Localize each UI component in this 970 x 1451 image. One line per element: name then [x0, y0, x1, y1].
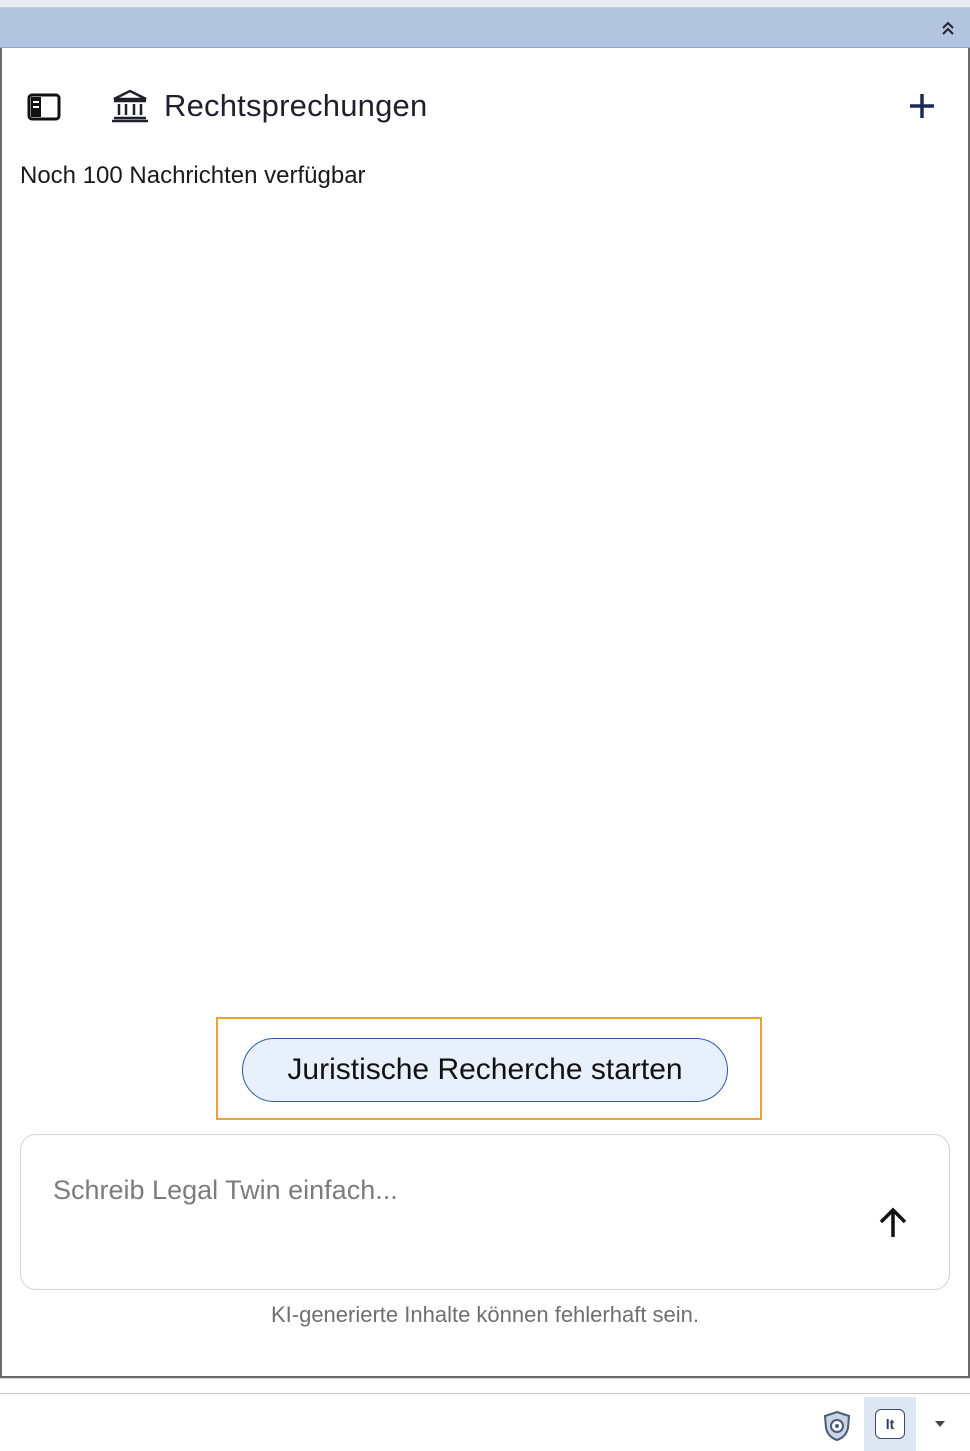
collapse-pane-button[interactable] [936, 16, 960, 40]
plus-icon [910, 94, 934, 118]
window-top-strip [0, 0, 970, 8]
pane-header-bar [0, 8, 970, 48]
status-bar-divider [0, 1393, 970, 1394]
new-chat-button[interactable] [904, 88, 940, 124]
arrow-up-icon [879, 1207, 907, 1237]
double-chevron-up-icon [942, 21, 954, 35]
courthouse-icon [112, 89, 148, 123]
send-button[interactable] [871, 1201, 915, 1245]
tray-shield-button[interactable] [820, 1409, 854, 1443]
message-input[interactable] [53, 1165, 833, 1215]
status-bar: lt [0, 1378, 970, 1451]
message-composer [20, 1134, 950, 1290]
tray-legal-twin-button[interactable]: lt [864, 1397, 916, 1451]
caret-down-icon [935, 1421, 945, 1427]
lt-badge: lt [875, 1409, 905, 1439]
tray-dropdown-button[interactable] [928, 1409, 952, 1439]
ai-disclaimer: KI-generierte Inhalte können fehlerhaft … [270, 1302, 700, 1327]
sidebar-toggle-icon [27, 93, 61, 121]
start-legal-research-button[interactable]: Juristische Recherche starten [242, 1038, 728, 1102]
page-title: Rechtsprechungen [164, 88, 428, 123]
remaining-messages-text: Noch 100 Nachrichten verfügbar [20, 162, 366, 189]
chat-title: Rechtsprechungen [112, 84, 427, 128]
legal-twin-panel: Rechtsprechungen Noch 100 Nachrichten ve… [0, 48, 970, 1378]
sidebar-toggle-button[interactable] [26, 92, 62, 122]
shield-icon [823, 1410, 851, 1442]
